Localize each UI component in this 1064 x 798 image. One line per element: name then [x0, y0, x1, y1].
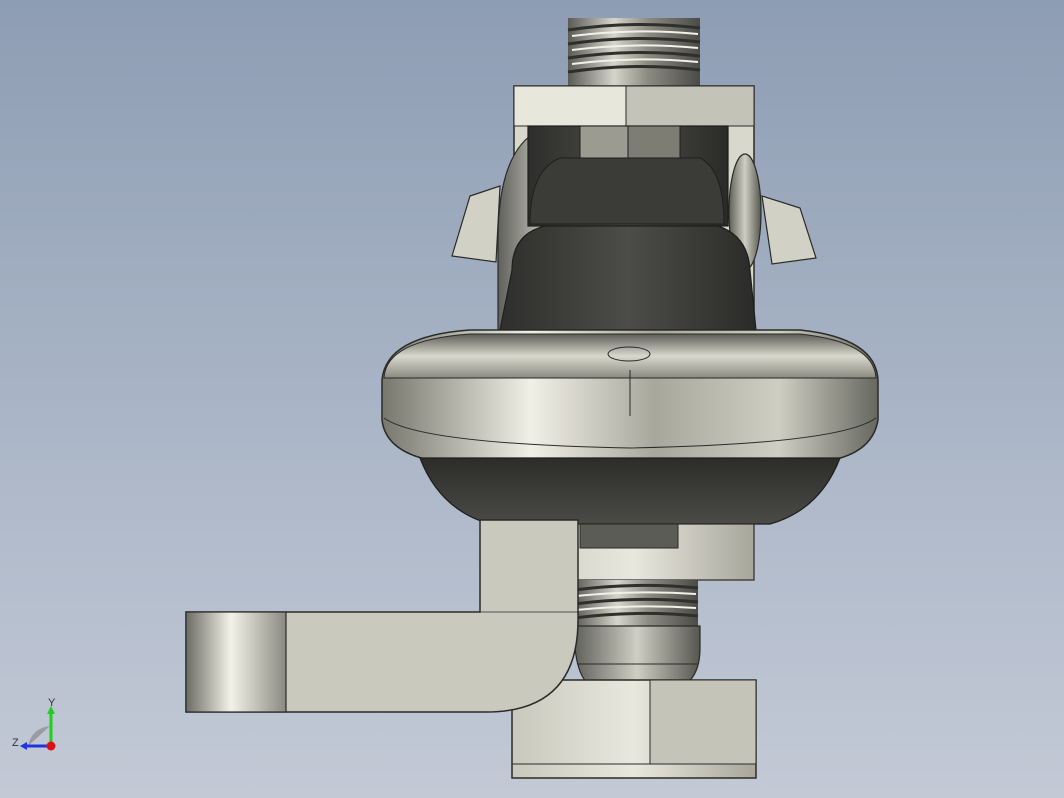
- cad-model-assembly[interactable]: [0, 0, 1064, 798]
- x-axis-dot: [46, 741, 56, 751]
- triad-quarter-disc: [28, 726, 50, 746]
- z-axis-arrowhead: [20, 742, 27, 750]
- bent-tab: [185, 519, 579, 713]
- housing-body: [497, 125, 757, 331]
- lower-threaded-stud: [573, 580, 701, 689]
- axis-triad[interactable]: Y Z: [8, 698, 78, 758]
- large-disk: [381, 329, 879, 463]
- top-threaded-stud: [567, 18, 701, 86]
- 3d-viewport[interactable]: Y Z: [0, 0, 1064, 798]
- z-axis-label: Z: [12, 737, 19, 749]
- y-axis-label: Y: [48, 698, 56, 709]
- dark-cup: [419, 457, 841, 525]
